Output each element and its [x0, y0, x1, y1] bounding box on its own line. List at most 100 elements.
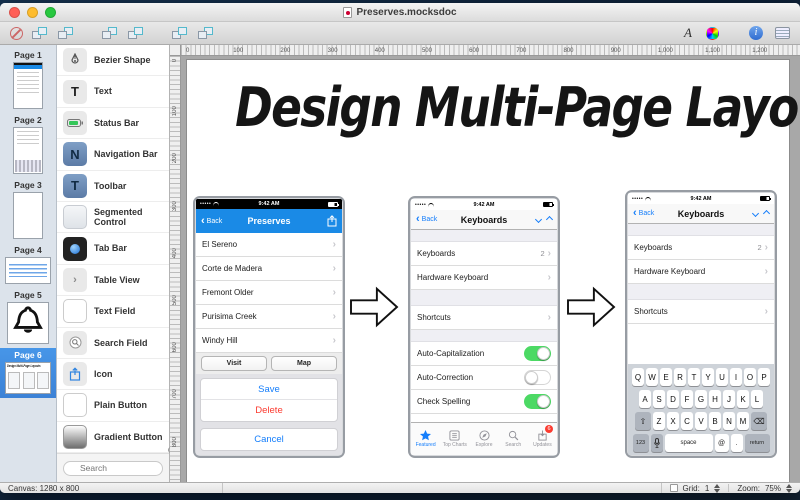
fonts-icon[interactable]: A — [684, 25, 692, 41]
table-row[interactable]: Hardware Keyboard› — [628, 260, 774, 284]
toggle-switch[interactable] — [524, 370, 551, 385]
key[interactable]: Z — [653, 412, 665, 430]
key[interactable]: Y — [702, 368, 714, 386]
key[interactable]: C — [681, 412, 693, 430]
tab-search[interactable]: Search — [499, 423, 528, 455]
bring-forward-icon[interactable] — [57, 26, 75, 41]
library-item-navigation-bar[interactable]: N Navigation Bar — [57, 139, 169, 170]
key[interactable]: D — [667, 390, 679, 408]
tab-featured[interactable]: Featured — [411, 423, 440, 455]
keyboard[interactable]: QWERTYUIOP ASDFGHJKL ⇧ ZXCVBNM ⌫ 123 spa… — [628, 364, 774, 455]
mockup-phone-preserves[interactable]: ••••• 9:42 AM ‹Back Preserves El Sereno›… — [193, 196, 345, 458]
table-row[interactable]: Hardware Keyboard› — [411, 266, 557, 290]
key[interactable]: U — [716, 368, 728, 386]
key[interactable]: I — [730, 368, 742, 386]
library-item-segmented-control[interactable]: Segmented Control — [57, 202, 169, 233]
delete-button[interactable]: Delete — [201, 400, 337, 421]
page-thumbnail-2[interactable]: Page 2 — [0, 113, 56, 178]
chevron-up-icon[interactable] — [763, 210, 770, 217]
library-item-status-bar[interactable]: Status Bar — [57, 108, 169, 139]
key[interactable]: N — [723, 412, 735, 430]
library-item-search-field[interactable]: Search Field — [57, 328, 169, 359]
key[interactable]: T — [688, 368, 700, 386]
nav-bar-1[interactable]: ‹Back Preserves — [196, 209, 342, 233]
library-item-tab-bar[interactable]: Tab Bar — [57, 233, 169, 264]
toggle-row[interactable]: Auto-Correction — [411, 366, 557, 390]
cancel-button[interactable]: Cancel — [201, 429, 337, 450]
key[interactable]: Q — [632, 368, 644, 386]
page-thumbnail-6-selected[interactable]: Page 6 Design Multi-Page Layouts — [0, 348, 56, 398]
library-item-text[interactable]: T Text — [57, 76, 169, 107]
tab-explore[interactable]: Explore — [469, 423, 498, 455]
library-item-gradient-button[interactable]: Gradient Button — [57, 422, 169, 453]
library-item-toolbar[interactable]: T Toolbar — [57, 171, 169, 202]
table-row[interactable]: Fremont Older› — [196, 281, 342, 305]
key[interactable]: L — [751, 390, 763, 408]
table-row[interactable]: Keyboards2› — [411, 242, 557, 266]
library-item-plain-button[interactable]: Plain Button — [57, 390, 169, 421]
canvas-area[interactable]: 01002003004005006007008009001,0001,1001,… — [170, 45, 800, 482]
toggle-switch[interactable] — [524, 346, 551, 361]
numbers-key[interactable]: 123 — [633, 434, 649, 452]
design-page[interactable]: Design Multi-Page Layouts ••••• 9:42 AM … — [186, 59, 790, 482]
table-row[interactable]: Corte de Madera› — [196, 257, 342, 281]
key[interactable]: M — [737, 412, 749, 430]
key[interactable]: W — [646, 368, 658, 386]
library-item-bezier-shape[interactable]: Bezier Shape — [57, 45, 169, 76]
key[interactable]: R — [674, 368, 686, 386]
inspector-icon[interactable] — [775, 27, 790, 39]
status-bar-3[interactable]: ••••• 9:42 AM — [628, 193, 774, 204]
nav-bar-3[interactable]: ‹Back Keyboards — [628, 204, 774, 224]
page-thumbnail-3[interactable]: Page 3 — [0, 178, 56, 243]
colors-icon[interactable] — [706, 27, 719, 40]
key[interactable]: P — [758, 368, 770, 386]
table-row[interactable]: Purisima Creek› — [196, 305, 342, 329]
back-button[interactable]: ‹Back — [416, 216, 437, 223]
page-thumbnail-1[interactable]: Page 1 — [0, 48, 56, 113]
key[interactable]: F — [681, 390, 693, 408]
page-thumbnail-5[interactable]: Page 5 — [0, 288, 56, 348]
key[interactable]: X — [667, 412, 679, 430]
tab-top-charts[interactable]: Top Charts — [440, 423, 469, 455]
key[interactable]: O — [744, 368, 756, 386]
toggle-switch[interactable] — [524, 394, 551, 409]
key[interactable]: J — [723, 390, 735, 408]
backspace-key-icon[interactable]: ⌫ — [751, 412, 767, 430]
key[interactable]: V — [695, 412, 707, 430]
table-row[interactable]: Keyboards2› — [628, 236, 774, 260]
back-button[interactable]: ‹Back — [633, 210, 654, 217]
toggle-row[interactable]: Auto-Capitalization — [411, 342, 557, 366]
status-bar-1[interactable]: ••••• 9:42 AM — [196, 199, 342, 209]
distribute-icon[interactable] — [197, 26, 215, 41]
table-row[interactable]: Shortcuts› — [628, 300, 774, 324]
send-backward-icon[interactable] — [31, 26, 49, 41]
back-button[interactable]: ‹Back — [201, 218, 222, 225]
chevron-down-icon[interactable] — [535, 216, 542, 223]
at-key[interactable]: @ — [715, 434, 729, 452]
library-search-input[interactable] — [63, 461, 163, 476]
titlebar[interactable]: Preserves.mocksdoc — [0, 3, 800, 22]
toggle-row[interactable]: Check Spelling — [411, 390, 557, 414]
mockup-phone-keyboards-keyboard[interactable]: ••••• 9:42 AM ‹Back Keyboards Keyboards2… — [625, 190, 777, 458]
table-row[interactable]: El Sereno› — [196, 233, 342, 257]
tab-updates[interactable]: 6Updates — [528, 423, 557, 455]
key[interactable]: H — [709, 390, 721, 408]
mockup-phone-keyboards-settings[interactable]: ••••• 9:42 AM ‹Back Keyboards Keyboards2… — [408, 196, 560, 458]
group-icon[interactable] — [101, 26, 119, 41]
chevron-up-icon[interactable] — [546, 216, 553, 223]
period-key[interactable]: . — [731, 434, 743, 452]
share-icon[interactable] — [327, 215, 337, 227]
table-row[interactable]: Windy Hill› — [196, 329, 342, 353]
page-thumbnail-4[interactable]: Page 4 — [0, 243, 56, 288]
visit-button[interactable]: Visit — [201, 356, 267, 371]
map-button[interactable]: Map — [271, 356, 337, 371]
library-item-icon[interactable]: Icon — [57, 359, 169, 390]
save-button[interactable]: Save — [201, 379, 337, 400]
key[interactable]: E — [660, 368, 672, 386]
grid-stepper[interactable] — [714, 484, 720, 493]
zoom-stepper[interactable] — [786, 484, 792, 493]
grid-checkbox[interactable] — [670, 484, 678, 492]
mic-key[interactable] — [651, 434, 663, 452]
align-icon[interactable] — [171, 26, 189, 41]
info-icon[interactable]: i — [749, 26, 763, 40]
